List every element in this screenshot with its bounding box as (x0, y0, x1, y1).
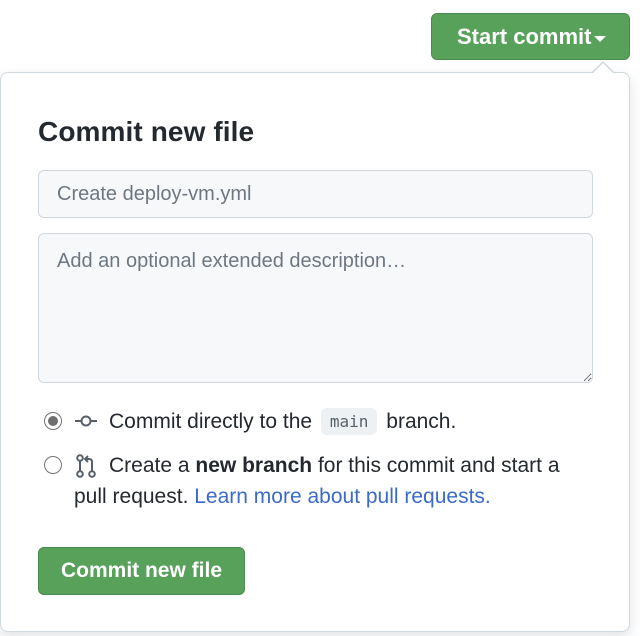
start-commit-button[interactable]: Start commit (431, 13, 630, 60)
commit-new-file-button[interactable]: Commit new file (38, 547, 245, 595)
create-branch-prefix: Create a (109, 454, 190, 477)
create-branch-line1: Create a new branch for this commit and … (109, 450, 560, 481)
caret-down-icon (594, 36, 606, 42)
commit-dialog-screen: Start commit Commit new file Commit dire… (0, 0, 640, 636)
commit-description-textarea[interactable] (38, 233, 593, 383)
popover-arrow-inner (593, 63, 613, 73)
branch-name-pill: main (320, 408, 378, 435)
commit-direct-radio[interactable] (44, 412, 62, 430)
popover-title: Commit new file (38, 116, 255, 147)
create-branch-suffix: for this commit and start a (317, 454, 560, 477)
create-branch-line2: pull request. Learn more about pull requ… (74, 481, 491, 512)
new-branch-strong: new branch (195, 454, 313, 477)
learn-more-link[interactable]: Learn more about pull requests. (194, 485, 491, 508)
commit-direct-label: Commit directly to the main branch. (109, 406, 456, 437)
commit-direct-text: Commit directly to the (109, 410, 313, 433)
commit-summary-input[interactable] (38, 170, 593, 218)
git-commit-icon (75, 415, 97, 427)
create-branch-radio[interactable] (44, 456, 62, 474)
start-commit-label: Start commit (457, 23, 592, 49)
commit-direct-suffix: branch. (386, 410, 457, 433)
pull-request-text: pull request. (74, 485, 189, 508)
git-pull-request-icon (76, 454, 96, 478)
